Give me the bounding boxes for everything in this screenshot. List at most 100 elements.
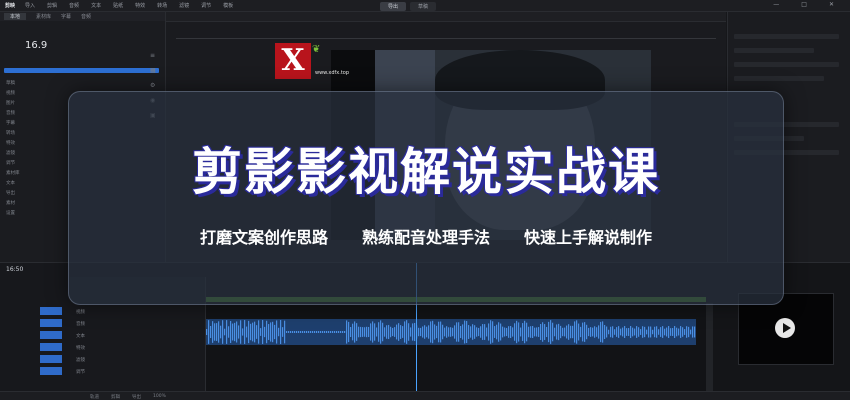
app-logo: 剪映 [5,3,16,9]
waveform-bar [602,321,604,343]
waveform-bar [208,320,210,344]
menu-item[interactable]: 剪辑 [47,2,57,9]
waveform-bar [594,326,596,338]
banner-subtitle: 快速上手解说制作 [524,228,653,247]
property-row[interactable] [734,76,824,81]
settings-icon[interactable]: ⚙ [150,82,160,89]
waveform-bar [220,325,222,339]
track-toggle[interactable] [40,319,62,327]
leaf-icon: ❦ [312,44,321,55]
tree-item[interactable]: 草稿 [6,80,15,86]
waveform-bar [430,321,432,343]
timeline-scrollbar[interactable] [706,303,713,393]
waveform-bar [332,331,334,333]
waveform-bar [614,329,616,335]
waveform-bar [578,323,580,341]
waveform-bar [486,327,488,337]
tab-export[interactable]: 导出 [380,2,407,11]
tree-item[interactable]: 素材库 [6,170,20,176]
track-toggle[interactable] [40,307,62,315]
tree-item[interactable]: 滤镜 [6,150,15,156]
menu-item[interactable]: 贴纸 [113,2,123,9]
close-icon[interactable]: ✕ [829,1,834,8]
tree-item[interactable]: 特效 [6,140,15,146]
track-toggle[interactable] [40,331,62,339]
tree-item[interactable]: 视频 [6,90,15,96]
selected-item-bar[interactable] [4,68,159,73]
waveform-bar [368,326,370,338]
menu-item[interactable]: 转场 [157,2,167,9]
menu-item[interactable]: 音频 [69,2,79,9]
waveform-bar [622,327,624,337]
status-item[interactable]: 剪辑 [111,394,120,400]
waveform-bar [460,326,462,338]
menu-item[interactable]: 滤镜 [179,2,189,9]
menu-item[interactable]: 文本 [91,2,101,9]
tree-item[interactable]: 文本 [6,180,15,186]
waveform-bar [570,325,572,339]
menu-item[interactable]: 调节 [201,2,211,9]
waveform-bar [308,331,310,333]
audio-waveform [206,320,696,344]
track-toggle[interactable] [40,367,62,375]
waveform-bar [328,331,330,333]
waveform-bar [470,326,472,338]
zoom-level[interactable]: 100% [153,394,166,399]
waveform-bar [256,325,258,339]
waveform-bar [242,328,244,336]
track-toggle[interactable] [40,343,62,351]
waveform-bar [272,321,274,343]
audio-clip[interactable] [206,319,696,345]
waveform-bar [420,327,422,337]
status-item[interactable]: 导出 [132,394,141,400]
property-row[interactable] [734,62,839,67]
maximize-icon[interactable]: □ [801,1,807,8]
track-toggle[interactable] [40,355,62,363]
waveform-bar [572,325,574,339]
waveform-bar [462,324,464,340]
waveform-bar [540,323,542,341]
tab-draft[interactable]: 草稿 [410,2,437,11]
waveform-bar [654,326,656,338]
menu-item[interactable]: 导入 [25,2,35,9]
waveform-bar [586,324,588,340]
tree-item[interactable]: 音频 [6,110,15,116]
list-icon[interactable]: ≡ [150,52,160,59]
tree-item[interactable]: 字幕 [6,120,15,126]
grid-icon[interactable]: ▦ [150,67,160,74]
status-item[interactable]: 轨道 [90,394,99,400]
tree-item[interactable]: 设置 [6,210,15,216]
menu-item[interactable]: 模板 [223,2,233,9]
waveform-bar [484,324,486,340]
waveform-bar [660,327,662,337]
minimize-icon[interactable]: — [773,1,779,8]
waveform-bar [630,326,632,338]
waveform-bar [366,326,368,338]
banner-subtitle: 打磨文案创作思路 [199,228,328,247]
tree-item[interactable]: 素材 [6,200,15,206]
waveform-bar [464,320,466,344]
waveform-bar [266,320,268,344]
tree-item[interactable]: 转场 [6,130,15,136]
tab-audio[interactable]: 音频 [81,13,91,20]
waveform-bar [306,331,308,333]
waveform-bar [254,321,256,343]
tab-local[interactable]: 本地 [4,13,27,20]
waveform-bar [694,326,696,338]
waveform-bar [530,326,532,338]
tree-item[interactable]: 图片 [6,100,15,106]
waveform-bar [522,323,524,341]
property-row[interactable] [734,48,814,53]
waveform-bar [682,327,684,337]
waveform-bar [356,323,358,341]
tab-subtitles[interactable]: 字幕 [61,13,71,20]
waveform-bar [422,326,424,338]
tab-library[interactable]: 素材库 [36,13,51,20]
tree-item[interactable]: 导出 [6,190,15,196]
tree-item[interactable]: 调节 [6,160,15,166]
menu-item[interactable]: 特效 [135,2,145,9]
waveform-bar [398,323,400,341]
waveform-bar [410,327,412,337]
property-row[interactable] [734,34,839,39]
play-icon[interactable] [775,318,795,338]
